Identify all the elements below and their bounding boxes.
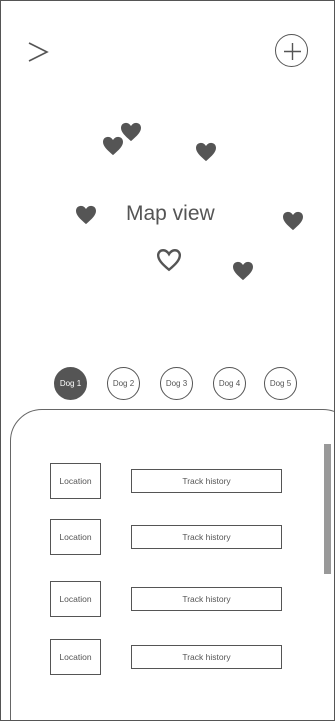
list-item: Location Track history: [1, 581, 334, 617]
dog-tab-4[interactable]: Dog 4: [213, 367, 246, 400]
location-button[interactable]: Location: [50, 581, 101, 617]
app-screen: Map view Dog 1 Dog 2 Dog 3 Dog 4 Dog 5 L…: [0, 0, 335, 721]
list-item: Location Track history: [1, 463, 334, 499]
track-history-button[interactable]: Track history: [131, 469, 282, 493]
plus-icon: [284, 43, 301, 60]
heart-icon[interactable]: [120, 122, 142, 142]
dog-tab-5[interactable]: Dog 5: [264, 367, 297, 400]
map-view[interactable]: Map view: [1, 81, 334, 351]
add-button[interactable]: [275, 34, 308, 67]
track-history-button[interactable]: Track history: [131, 525, 282, 549]
list-item: Location Track history: [1, 519, 334, 555]
chevron-right-icon[interactable]: [23, 37, 53, 67]
location-button[interactable]: Location: [50, 519, 101, 555]
heart-icon[interactable]: [75, 205, 97, 225]
heart-icon[interactable]: [232, 261, 254, 281]
location-button[interactable]: Location: [50, 463, 101, 499]
track-history-button[interactable]: Track history: [131, 645, 282, 669]
heart-icon[interactable]: [195, 142, 217, 162]
dog-tab-1[interactable]: Dog 1: [54, 367, 87, 400]
location-button[interactable]: Location: [50, 639, 101, 675]
dog-tab-2[interactable]: Dog 2: [107, 367, 140, 400]
heart-outline-icon[interactable]: [156, 248, 182, 272]
heart-icon[interactable]: [282, 211, 304, 231]
map-label: Map view: [126, 202, 215, 225]
dog-tab-3[interactable]: Dog 3: [160, 367, 193, 400]
dog-selector: Dog 1 Dog 2 Dog 3 Dog 4 Dog 5: [1, 367, 334, 400]
track-history-button[interactable]: Track history: [131, 587, 282, 611]
list-item: Location Track history: [1, 639, 334, 675]
